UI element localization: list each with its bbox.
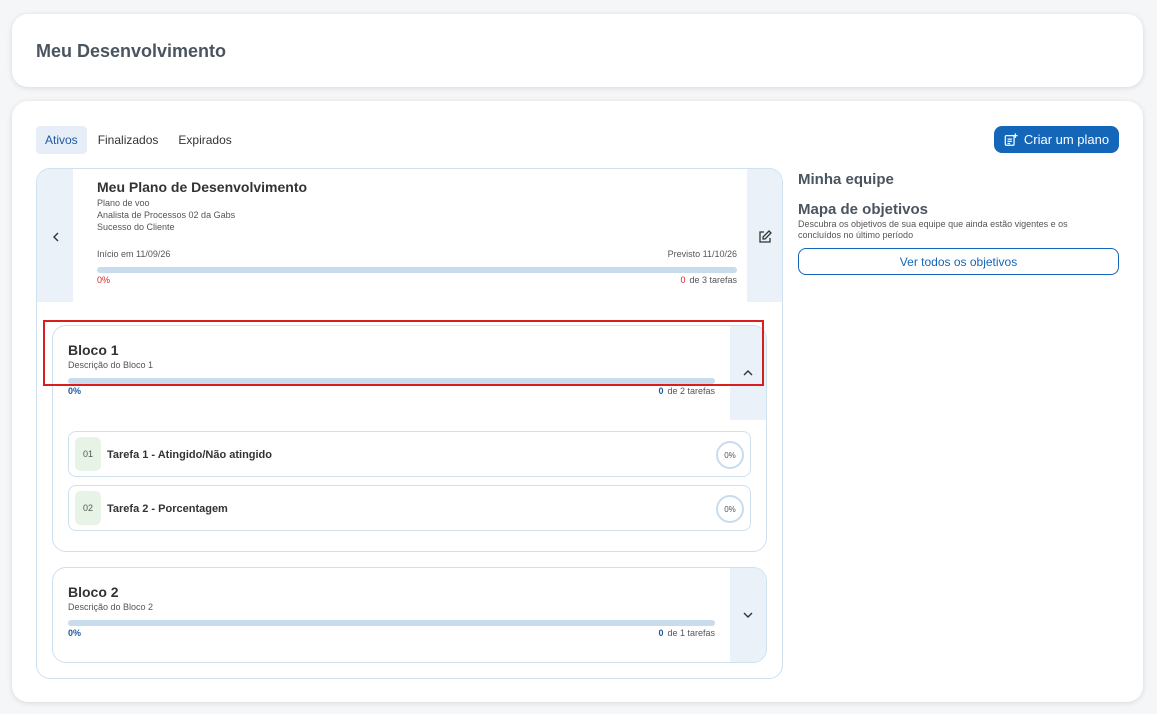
block-header[interactable]: Bloco 2 Descrição do Bloco 2 0% 0 de 1 ta… <box>53 568 766 662</box>
plan-role: Analista de Processos 02 da Gabs <box>97 210 236 220</box>
block-progress-percent: 0% <box>68 386 82 396</box>
chevron-down-icon <box>743 612 753 618</box>
block-task-count: 0 de 1 tarefas <box>658 628 715 638</box>
block-card: Bloco 2 Descrição do Bloco 2 0% 0 de 1 ta… <box>52 567 767 663</box>
edit-icon[interactable] <box>757 229 773 245</box>
task-item[interactable]: 01 Tarefa 1 - Atingido/Não atingido 0% <box>68 431 751 477</box>
plan-tasks-total: de 3 tarefas <box>689 275 737 285</box>
task-progress-circle: 0% <box>716 441 744 469</box>
add-note-icon <box>1004 132 1018 146</box>
chevron-left-icon[interactable] <box>49 229 63 245</box>
objectives-description: Descubra os objetivos de sua equipe que … <box>798 219 1068 240</box>
task-label: Tarefa 2 - Porcentagem <box>107 503 228 515</box>
plan-progress-percent: 0% <box>97 275 111 285</box>
plan-summary: Meu Plano de Desenvolvimento Plano de vo… <box>73 169 747 302</box>
block-progress-bar <box>68 620 715 626</box>
block-progress-percent: 0% <box>68 628 82 638</box>
block-tasks-done: 0 <box>658 386 664 396</box>
plan-title: Meu Plano de Desenvolvimento <box>97 179 308 195</box>
team-title: Minha equipe <box>798 171 894 188</box>
plan-card: Meu Plano de Desenvolvimento Plano de vo… <box>36 168 783 679</box>
block-tasks-done: 0 <box>658 628 664 638</box>
tab-ativos[interactable]: Ativos <box>36 126 87 154</box>
task-item[interactable]: 02 Tarefa 2 - Porcentagem 0% <box>68 485 751 531</box>
highlight-box <box>43 320 764 386</box>
plan-start-date: Início em 11/09/26 <box>97 249 171 259</box>
block-tasks-total: de 2 tarefas <box>667 386 715 396</box>
plan-header: Meu Plano de Desenvolvimento Plano de vo… <box>37 169 782 302</box>
task-progress-circle: 0% <box>716 495 744 523</box>
objectives-title: Mapa de objetivos <box>798 201 929 218</box>
task-number: 01 <box>75 437 101 471</box>
task-number: 02 <box>75 491 101 525</box>
block-tasks-total: de 1 tarefas <box>667 628 715 638</box>
header-card: Meu Desenvolvimento <box>12 14 1143 87</box>
status-tabs: Ativos Finalizados Expirados <box>36 126 243 154</box>
plan-type: Plano de voo <box>97 198 150 208</box>
plan-task-count: 0 de 3 tarefas <box>680 275 737 285</box>
plan-area: Sucesso do Cliente <box>97 222 175 232</box>
page-title: Meu Desenvolvimento <box>36 41 227 61</box>
create-plan-label: Criar um plano <box>1023 132 1110 147</box>
plan-forecast-date: Previsto 11/10/26 <box>667 249 737 259</box>
block-title: Bloco 2 <box>68 584 119 600</box>
create-plan-button[interactable]: Criar um plano <box>994 126 1119 153</box>
tab-finalizados[interactable]: Finalizados <box>89 126 168 154</box>
task-label: Tarefa 1 - Atingido/Não atingido <box>107 449 272 461</box>
main-card: Ativos Finalizados Expirados Criar um pl… <box>12 101 1143 702</box>
block-description: Descrição do Bloco 2 <box>68 602 154 612</box>
plan-tasks-done: 0 <box>680 275 686 285</box>
plan-progress-bar <box>97 267 737 273</box>
block-toggle[interactable] <box>730 568 766 662</box>
block-task-count: 0 de 2 tarefas <box>658 386 715 396</box>
tab-expirados[interactable]: Expirados <box>169 126 240 154</box>
see-all-objectives-button[interactable]: Ver todos os objetivos <box>798 248 1119 275</box>
